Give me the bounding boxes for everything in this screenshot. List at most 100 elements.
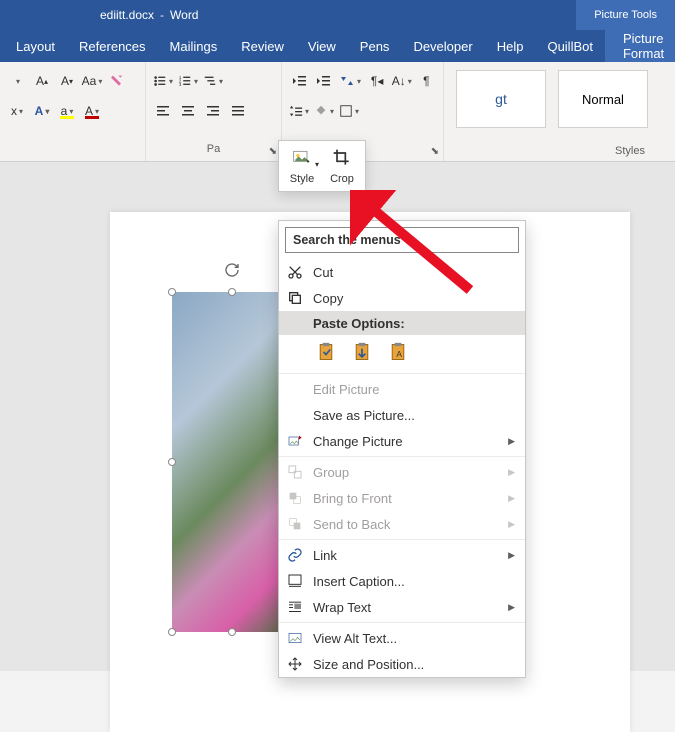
- menu-view-alt-text[interactable]: View Alt Text...: [279, 625, 525, 651]
- submenu-arrow-icon: ▶: [508, 602, 515, 613]
- menu-change-picture[interactable]: Change Picture ▶: [279, 428, 525, 454]
- ribbon-group-font: A▴ A▾ Aa x A a A: [0, 62, 146, 161]
- menu-wrap-text[interactable]: Wrap Text ▶: [279, 594, 525, 620]
- tab-view[interactable]: View: [296, 30, 348, 62]
- show-paragraph-button[interactable]: ¶: [416, 70, 437, 92]
- menu-bring-front-label: Bring to Front: [313, 491, 392, 506]
- menu-save-as-picture[interactable]: Save as Picture...: [279, 402, 525, 428]
- mini-style-button[interactable]: ▾ Style: [289, 147, 315, 185]
- menu-cut[interactable]: Cut: [279, 259, 525, 285]
- text-direction-button[interactable]: [337, 70, 364, 92]
- rotate-handle-icon[interactable]: [224, 262, 240, 278]
- wrap-text-icon: [285, 599, 305, 615]
- ribbon-group-styles: gt Normal Styles: [444, 62, 675, 161]
- style-preview-normal[interactable]: Normal: [558, 70, 648, 128]
- numbering-button[interactable]: 123: [177, 70, 199, 92]
- menu-change-label: Change Picture: [313, 434, 403, 449]
- grow-font-button[interactable]: A▴: [31, 70, 53, 92]
- tab-references[interactable]: References: [67, 30, 157, 62]
- change-case-button[interactable]: Aa: [81, 70, 103, 92]
- search-menus-input[interactable]: Search the menus: [285, 227, 519, 253]
- submenu-arrow-icon: ▶: [508, 550, 515, 561]
- ltr-button[interactable]: ¶◂: [367, 70, 388, 92]
- send-back-icon: [285, 516, 305, 532]
- submenu-arrow-icon: ▶: [508, 467, 515, 478]
- decrease-indent-button[interactable]: [288, 70, 309, 92]
- tab-picture-format[interactable]: Picture Format: [605, 30, 675, 62]
- svg-text:3: 3: [179, 82, 182, 87]
- tab-developer[interactable]: Developer: [401, 30, 484, 62]
- menu-size-pos-label: Size and Position...: [313, 657, 424, 672]
- paste-options-label: Paste Options:: [313, 316, 405, 331]
- increase-indent-button[interactable]: [312, 70, 333, 92]
- link-icon: [285, 547, 305, 563]
- alt-text-icon: [285, 630, 305, 646]
- subscript-button[interactable]: x: [6, 100, 28, 122]
- paragraph-dialog-launcher[interactable]: ⬊: [269, 146, 277, 157]
- change-picture-icon: [285, 433, 305, 449]
- menu-cut-label: Cut: [313, 265, 333, 280]
- align-justify-button[interactable]: [227, 100, 249, 122]
- menu-insert-caption[interactable]: Insert Caption...: [279, 568, 525, 594]
- tab-help[interactable]: Help: [485, 30, 536, 62]
- menu-alt-label: View Alt Text...: [313, 631, 397, 646]
- tab-quillbot[interactable]: QuillBot: [535, 30, 605, 62]
- shading-button[interactable]: [313, 100, 335, 122]
- highlight-button[interactable]: a: [56, 100, 78, 122]
- mini-toolbar: ▾ Style Crop: [278, 140, 366, 192]
- tab-mailings[interactable]: Mailings: [158, 30, 230, 62]
- line-spacing-button[interactable]: [288, 100, 310, 122]
- align-center-button[interactable]: [177, 100, 199, 122]
- menu-edit-picture: Edit Picture: [279, 376, 525, 402]
- resize-handle[interactable]: [228, 628, 236, 636]
- paste-merge-button[interactable]: [349, 339, 375, 365]
- crop-icon: [329, 147, 355, 169]
- resize-handle[interactable]: [168, 458, 176, 466]
- menu-copy[interactable]: Copy: [279, 285, 525, 311]
- text-effects-button[interactable]: A: [31, 100, 53, 122]
- clear-formatting-button[interactable]: [106, 70, 128, 92]
- menu-link-label: Link: [313, 548, 337, 563]
- borders-button[interactable]: [338, 100, 360, 122]
- ribbon-tabs: Layout References Mailings Review View P…: [0, 30, 675, 62]
- document-filename: ediitt.docx: [100, 8, 154, 22]
- shrink-font-button[interactable]: A▾: [56, 70, 78, 92]
- font-size-dropdown[interactable]: [6, 70, 28, 92]
- svg-text:A: A: [396, 349, 402, 359]
- align-right-button[interactable]: [202, 100, 224, 122]
- styles-group-label: Styles: [615, 145, 645, 159]
- menu-group-label: Group: [313, 465, 349, 480]
- menu-size-position[interactable]: Size and Position...: [279, 651, 525, 677]
- app-name: Word: [170, 8, 198, 22]
- menu-wrap-label: Wrap Text: [313, 600, 371, 615]
- menu-bring-to-front: Bring to Front ▶: [279, 485, 525, 511]
- font-color-button[interactable]: A: [81, 100, 103, 122]
- multilevel-list-button[interactable]: [202, 70, 224, 92]
- menu-group: Group ▶: [279, 459, 525, 485]
- bring-front-icon: [285, 490, 305, 506]
- paste-keep-source-button[interactable]: [313, 339, 339, 365]
- contextual-tools-label: Picture Tools: [576, 0, 675, 30]
- resize-handle[interactable]: [168, 288, 176, 296]
- title-bar: ediitt.docx - Word Picture Tools: [0, 0, 675, 30]
- cut-icon: [285, 264, 305, 280]
- style-preview-gt[interactable]: gt: [456, 70, 546, 128]
- menu-link[interactable]: Link ▶: [279, 542, 525, 568]
- submenu-arrow-icon: ▶: [508, 493, 515, 504]
- sort-button[interactable]: A↓: [391, 70, 413, 92]
- tab-review[interactable]: Review: [229, 30, 296, 62]
- menu-send-to-back: Send to Back ▶: [279, 511, 525, 537]
- selected-picture[interactable]: [172, 292, 292, 632]
- align-left-button[interactable]: [152, 100, 174, 122]
- tab-layout[interactable]: Layout: [4, 30, 67, 62]
- bullets-button[interactable]: [152, 70, 174, 92]
- tab-pens[interactable]: Pens: [348, 30, 402, 62]
- ribbon-group-paragraph: 123 Pa ⬊: [146, 62, 282, 161]
- resize-handle[interactable]: [168, 628, 176, 636]
- picture-content: [172, 292, 292, 632]
- resize-handle[interactable]: [228, 288, 236, 296]
- mini-crop-button[interactable]: Crop: [329, 147, 355, 185]
- submenu-arrow-icon: ▶: [508, 519, 515, 530]
- paragraph2-dialog-launcher[interactable]: ⬊: [431, 146, 439, 157]
- paste-picture-button[interactable]: A: [385, 339, 411, 365]
